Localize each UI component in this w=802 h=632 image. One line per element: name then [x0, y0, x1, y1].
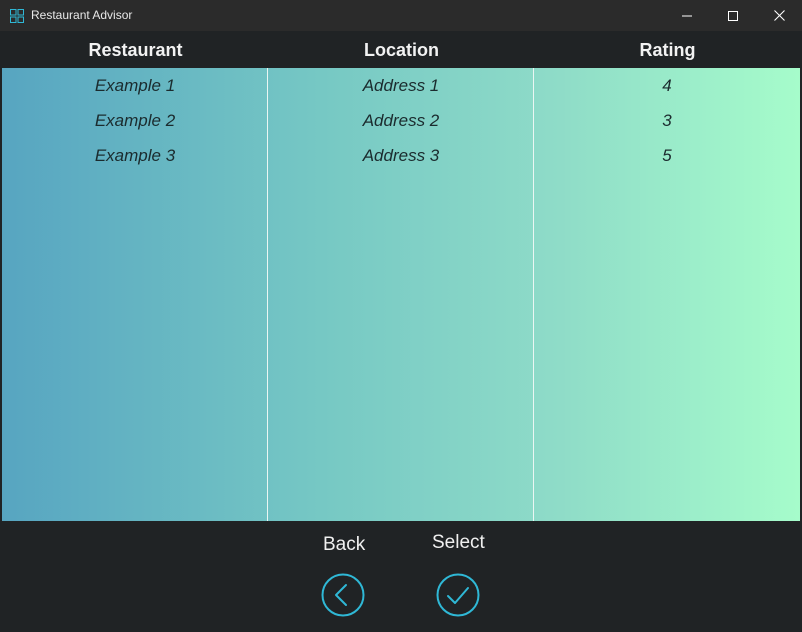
column-header-location[interactable]: Location: [268, 31, 535, 68]
maximize-icon: [728, 10, 738, 21]
footer-bar: Back Select: [0, 521, 802, 632]
select-button[interactable]: [436, 573, 480, 617]
maximize-button[interactable]: [710, 0, 756, 31]
checkmark-icon: [447, 587, 469, 604]
select-label: Select: [432, 532, 485, 553]
restaurant-cell: Example 2: [94, 111, 176, 130]
app-window: Restaurant Advisor Restaurant Location R…: [0, 0, 802, 632]
title-bar[interactable]: Restaurant Advisor: [0, 0, 802, 31]
restaurant-grid: Example 1 Address 1 4 Example 2 Address …: [2, 68, 800, 521]
minimize-button[interactable]: [664, 0, 710, 31]
back-label: Back: [323, 534, 366, 555]
grid-header-row: Restaurant Location Rating: [0, 31, 802, 68]
table-row[interactable]: Example 1 Address 1 4: [2, 68, 800, 103]
back-button[interactable]: [321, 573, 365, 617]
rating-cell: 5: [662, 146, 672, 165]
table-row[interactable]: Example 3 Address 3 5: [2, 138, 800, 173]
window-title: Restaurant Advisor: [31, 8, 133, 22]
location-cell: Address 3: [362, 146, 440, 165]
rating-cell: 3: [662, 111, 672, 130]
column-header-restaurant[interactable]: Restaurant: [2, 31, 269, 68]
table-row[interactable]: Example 2 Address 2 3: [2, 103, 800, 138]
location-cell: Address 2: [362, 111, 440, 130]
chevron-left-icon: [335, 584, 347, 606]
rating-cell: 4: [662, 76, 672, 95]
column-header-rating[interactable]: Rating: [534, 31, 801, 68]
restaurant-cell: Example 3: [94, 146, 176, 165]
close-icon: [773, 10, 785, 21]
location-cell: Address 1: [362, 76, 440, 95]
close-button[interactable]: [756, 0, 802, 31]
app-grid-icon: [10, 9, 24, 23]
minimize-icon: [682, 15, 692, 16]
restaurant-cell: Example 1: [94, 76, 176, 95]
